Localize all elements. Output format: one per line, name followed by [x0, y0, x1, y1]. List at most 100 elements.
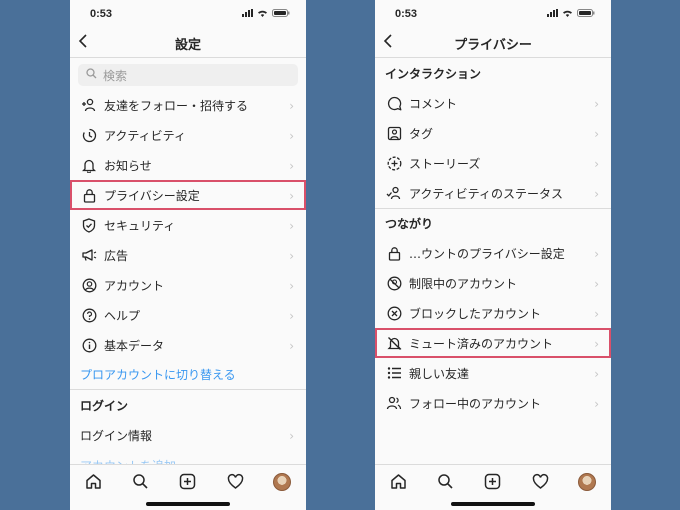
bell-icon [80, 156, 98, 174]
settings-item-security[interactable]: セキュリティ › [70, 210, 306, 240]
search-tab-icon[interactable] [436, 472, 456, 492]
close-friends-list-icon [385, 364, 403, 382]
privacy-item-label: 親しい友達 [409, 366, 470, 381]
settings-item-ads[interactable]: 広告 › [70, 240, 306, 270]
privacy-item-blocked[interactable]: ブロックしたアカウント › [375, 298, 611, 328]
home-indicator [451, 502, 535, 506]
home-icon[interactable] [84, 472, 104, 492]
settings-item-label: アカウント [104, 278, 165, 293]
settings-item-label: セキュリティ [104, 218, 176, 233]
privacy-item-label: フォロー中のアカウント [409, 396, 542, 411]
privacy-item-label: コメント [409, 96, 458, 111]
search-placeholder: 検索 [103, 68, 128, 83]
wifi-icon [562, 9, 573, 17]
privacy-item-comments[interactable]: コメント › [375, 88, 611, 118]
battery-icon [272, 9, 290, 17]
privacy-header: プライバシー [375, 28, 611, 58]
tag-person-icon [385, 124, 403, 142]
privacy-item-account-privacy[interactable]: …ウントのプライバシー設定 › [375, 238, 611, 268]
chevron-right-icon: › [594, 97, 599, 111]
battery-icon [577, 9, 595, 17]
chevron-right-icon: › [289, 429, 294, 443]
comment-icon [385, 94, 403, 112]
status-time: 0:53 [395, 8, 418, 20]
chevron-right-icon: › [594, 397, 599, 411]
new-post-icon[interactable] [483, 472, 503, 492]
profile-tab[interactable] [272, 472, 292, 492]
home-icon[interactable] [389, 472, 409, 492]
privacy-item-label: …ウントのプライバシー設定 [409, 246, 565, 261]
privacy-item-close-friends[interactable]: 親しい友達 › [375, 358, 611, 388]
privacy-item-label: ブロックしたアカウント [409, 306, 542, 321]
settings-item-label: 広告 [104, 248, 129, 263]
chevron-right-icon: › [289, 339, 294, 353]
account-circle-icon [80, 276, 98, 294]
status-bar: 0:53 [375, 0, 611, 28]
page-title: 設定 [174, 38, 201, 53]
add-person-icon [80, 96, 98, 114]
privacy-item-label: タグ [409, 126, 434, 141]
wifi-icon [257, 9, 268, 17]
chevron-right-icon: › [289, 219, 294, 233]
chevron-right-icon: › [289, 159, 294, 173]
switch-to-pro-link[interactable]: プロアカウントに切り替える [70, 360, 306, 390]
chevron-right-icon: › [594, 247, 599, 261]
heart-icon[interactable] [530, 472, 550, 492]
settings-item-login-info[interactable]: ログイン情報 › [70, 420, 306, 450]
privacy-screen: 0:53 プライバシー インタラクション コメント › タグ › ストーリーズ … [375, 0, 611, 510]
settings-item-privacy[interactable]: プライバシー設定 › [70, 180, 306, 210]
privacy-item-muted[interactable]: ミュート済みのアカウント › [375, 328, 611, 358]
help-icon [80, 306, 98, 324]
privacy-item-label: ミュート済みのアカウント [409, 336, 554, 351]
chevron-right-icon: › [594, 367, 599, 381]
privacy-item-stories[interactable]: ストーリーズ › [375, 148, 611, 178]
activity-clock-icon [80, 126, 98, 144]
settings-item-help[interactable]: ヘルプ › [70, 300, 306, 330]
settings-item-notifications[interactable]: お知らせ › [70, 150, 306, 180]
chevron-right-icon: › [594, 187, 599, 201]
settings-item-about[interactable]: 基本データ › [70, 330, 306, 360]
restricted-icon [385, 274, 403, 292]
chevron-right-icon: › [594, 307, 599, 321]
settings-item-activity[interactable]: アクティビティ › [70, 120, 306, 150]
settings-item-label: お知らせ [104, 158, 152, 173]
chevron-right-icon: › [289, 309, 294, 323]
home-indicator [146, 502, 230, 506]
search-icon [86, 68, 97, 82]
search-tab-icon[interactable] [131, 472, 151, 492]
privacy-item-restricted[interactable]: 制限中のアカウント › [375, 268, 611, 298]
privacy-item-label: 制限中のアカウント [409, 276, 518, 291]
heart-icon[interactable] [225, 472, 245, 492]
privacy-item-following[interactable]: フォロー中のアカウント › [375, 388, 611, 418]
privacy-item-tags[interactable]: タグ › [375, 118, 611, 148]
status-icons [242, 9, 290, 17]
following-icon [385, 394, 403, 412]
bottom-tab-bar [375, 464, 611, 498]
page-title: プライバシー [454, 38, 532, 53]
chevron-right-icon: › [289, 189, 294, 203]
muted-bell-icon [385, 334, 403, 352]
shield-icon [80, 216, 98, 234]
settings-item-label: アクティビティ [104, 128, 186, 143]
privacy-item-activity-status[interactable]: アクティビティのステータス › [375, 178, 611, 208]
chevron-right-icon: › [594, 127, 599, 141]
section-heading-connections: つながり [375, 208, 611, 238]
settings-screen: 0:53 設定 検索 友達をフォロー・招待する › アクティビティ › お知らせ… [70, 0, 306, 510]
chevron-right-icon: › [289, 279, 294, 293]
settings-item-label: プライバシー設定 [104, 188, 200, 203]
activity-status-icon [385, 184, 403, 202]
profile-tab[interactable] [577, 472, 597, 492]
chevron-right-icon: › [289, 249, 294, 263]
settings-item-follow-invite[interactable]: 友達をフォロー・招待する › [70, 90, 306, 120]
new-post-icon[interactable] [178, 472, 198, 492]
megaphone-icon [80, 246, 98, 264]
section-heading-interactions: インタラクション [385, 66, 482, 81]
story-plus-icon [385, 154, 403, 172]
settings-item-account[interactable]: アカウント › [70, 270, 306, 300]
chevron-right-icon: › [594, 337, 599, 351]
status-time: 0:53 [90, 8, 113, 20]
avatar [578, 472, 597, 491]
search-input[interactable]: 検索 [78, 64, 298, 86]
settings-item-label: ヘルプ [104, 308, 141, 323]
lock-icon [385, 244, 403, 262]
